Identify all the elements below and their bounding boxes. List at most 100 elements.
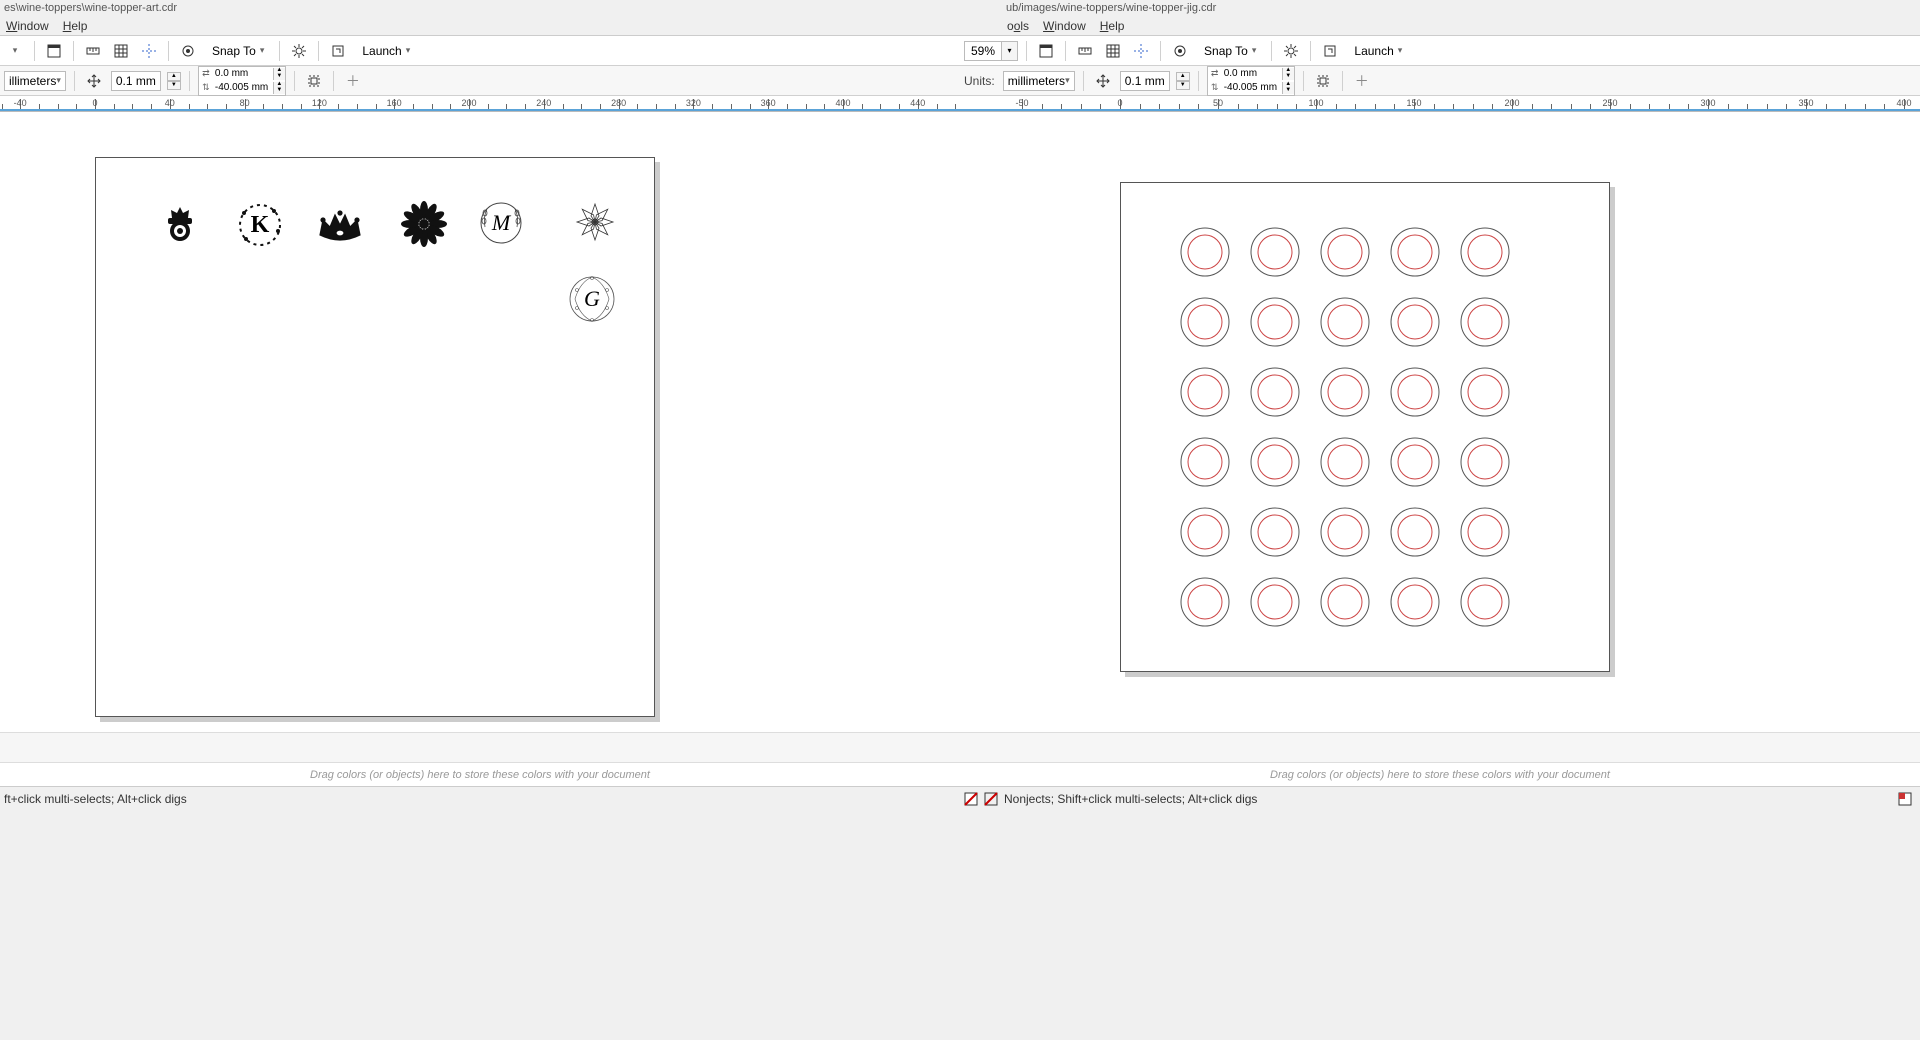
separator <box>1198 71 1199 91</box>
jig-inner-circle[interactable] <box>1398 445 1432 479</box>
jig-inner-circle[interactable] <box>1328 235 1362 269</box>
snap-to-dropdown-right[interactable]: Snap To▾ <box>1197 41 1263 61</box>
menu-window-right[interactable]: Window <box>1043 19 1086 33</box>
poinsettia-flower-icon[interactable] <box>570 197 620 247</box>
flower-daisy-icon[interactable] <box>400 200 448 248</box>
guides-toggle-icon[interactable] <box>1130 40 1152 62</box>
horizontal-ruler-right[interactable]: -50050100150200250300350400 <box>960 96 1920 111</box>
launch-icon[interactable] <box>1319 40 1341 62</box>
units-select-right[interactable]: millimeters▾ <box>1003 71 1075 91</box>
jig-inner-circle[interactable] <box>1188 235 1222 269</box>
monogram-m-wreath-icon[interactable]: M <box>475 197 527 249</box>
jig-inner-circle[interactable] <box>1398 515 1432 549</box>
monogram-m-label: M <box>492 210 510 236</box>
zoom-value: 59% <box>965 44 1001 58</box>
jig-inner-circle[interactable] <box>1398 585 1432 619</box>
duplicate-distance-input-left[interactable]: ⇄0.0 mm▲▼ ⇅-40.005 mm▲▼ <box>198 66 286 96</box>
crown-large-icon[interactable] <box>155 200 205 250</box>
ruler-label: 250 <box>1602 98 1617 108</box>
menu-window-left[interactable]: Window <box>6 19 49 33</box>
horizontal-ruler-left[interactable]: -4004080120160200240280320360400440 <box>0 96 960 111</box>
snap-to-dropdown-left[interactable]: Snap To▾ <box>205 41 271 61</box>
jig-inner-circle[interactable] <box>1468 515 1502 549</box>
snap-to-label: Snap To <box>212 44 256 58</box>
full-screen-icon[interactable] <box>1035 40 1057 62</box>
ruler-label: 240 <box>536 98 551 108</box>
canvas-right[interactable] <box>960 112 1920 732</box>
jig-inner-circle[interactable] <box>1468 585 1502 619</box>
jig-inner-circle[interactable] <box>1258 305 1292 339</box>
color-proof-icon[interactable] <box>1898 792 1912 806</box>
outline-swatch-icon[interactable] <box>984 792 998 806</box>
menu-help-right[interactable]: Help <box>1100 19 1125 33</box>
menu-help-left[interactable]: Help <box>63 19 88 33</box>
jig-inner-circle[interactable] <box>1258 445 1292 479</box>
jig-inner-circle[interactable] <box>1328 585 1362 619</box>
jig-inner-circle[interactable] <box>1328 445 1362 479</box>
add-item-button-right[interactable]: ＋ <box>1351 70 1373 92</box>
window-title-left: es\wine-toppers\wine-topper-art.cdr <box>0 0 918 16</box>
launch-icon[interactable] <box>327 40 349 62</box>
options-gear-icon[interactable] <box>1280 40 1302 62</box>
nudge-spinner-right[interactable]: ▲▼ <box>1176 72 1190 90</box>
monogram-g-wreath-icon[interactable]: G <box>565 272 619 326</box>
grid-toggle-icon[interactable] <box>1102 40 1124 62</box>
dup-x-value: 0.0 mm <box>1222 68 1282 79</box>
separator <box>294 71 295 91</box>
ruler-toggle-icon[interactable] <box>82 40 104 62</box>
zoom-level-input[interactable]: 59% ▾ <box>964 41 1018 61</box>
full-screen-icon[interactable] <box>43 40 65 62</box>
snap-options-icon[interactable] <box>177 40 199 62</box>
jig-inner-circle[interactable] <box>1328 305 1362 339</box>
launch-dropdown-right[interactable]: Launch▾ <box>1347 41 1409 61</box>
jig-inner-circle[interactable] <box>1398 305 1432 339</box>
jig-inner-circle[interactable] <box>1188 515 1222 549</box>
options-gear-icon[interactable] <box>288 40 310 62</box>
ruler-label: 150 <box>1406 98 1421 108</box>
palette-hint-left[interactable]: Drag colors (or objects) here to store t… <box>0 763 960 786</box>
zoom-dropdown-small-left[interactable]: ▾ <box>4 40 26 62</box>
jig-inner-circle[interactable] <box>1188 305 1222 339</box>
jig-inner-circle[interactable] <box>1258 585 1292 619</box>
nudge-distance-input-right[interactable]: 0.1 mm <box>1120 71 1170 91</box>
ruler-label: 160 <box>387 98 402 108</box>
nudge-distance-input-left[interactable]: 0.1 mm <box>111 71 161 91</box>
jig-inner-circle[interactable] <box>1188 585 1222 619</box>
nudge-spinner-left[interactable]: ▲▼ <box>167 72 181 90</box>
jig-inner-circle[interactable] <box>1258 375 1292 409</box>
jig-inner-circle[interactable] <box>1188 445 1222 479</box>
snap-to-label: Snap To <box>1204 44 1248 58</box>
jig-inner-circle[interactable] <box>1188 375 1222 409</box>
separator <box>1310 41 1311 61</box>
ruler-toggle-icon[interactable] <box>1074 40 1096 62</box>
palette-hint-right[interactable]: Drag colors (or objects) here to store t… <box>960 763 1920 786</box>
separator <box>1160 41 1161 61</box>
menu-tools-right[interactable]: ools <box>1007 19 1029 33</box>
add-item-button-left[interactable]: ＋ <box>342 70 364 92</box>
jig-inner-circle[interactable] <box>1258 515 1292 549</box>
snap-options-icon[interactable] <box>1169 40 1191 62</box>
canvas-left[interactable]: K M G <box>0 112 960 732</box>
crown-wide-icon[interactable] <box>315 205 365 245</box>
jig-inner-circle[interactable] <box>1398 375 1432 409</box>
units-select-left[interactable]: illimeters▾ <box>4 71 66 91</box>
treat-as-filled-icon[interactable] <box>1312 70 1334 92</box>
jig-inner-circle[interactable] <box>1468 445 1502 479</box>
jig-inner-circle[interactable] <box>1468 375 1502 409</box>
grid-toggle-icon[interactable] <box>110 40 132 62</box>
jig-inner-circle[interactable] <box>1258 235 1292 269</box>
guides-toggle-icon[interactable] <box>138 40 160 62</box>
zoom-dropdown-btn[interactable]: ▾ <box>1001 42 1017 60</box>
status-text-left: ft+click multi-selects; Alt+click digs <box>4 792 187 806</box>
duplicate-distance-input-right[interactable]: ⇄0.0 mm▲▼ ⇅-40.005 mm▲▼ <box>1207 66 1295 96</box>
jig-inner-circle[interactable] <box>1398 235 1432 269</box>
window-title-right: ub/images/wine-toppers/wine-topper-jig.c… <box>918 0 1920 16</box>
launch-dropdown-left[interactable]: Launch▾ <box>355 41 417 61</box>
monogram-k-icon[interactable]: K <box>235 200 285 250</box>
jig-inner-circle[interactable] <box>1468 235 1502 269</box>
jig-inner-circle[interactable] <box>1328 375 1362 409</box>
fill-swatch-icon[interactable] <box>964 792 978 806</box>
treat-as-filled-icon[interactable] <box>303 70 325 92</box>
jig-inner-circle[interactable] <box>1328 515 1362 549</box>
jig-inner-circle[interactable] <box>1468 305 1502 339</box>
